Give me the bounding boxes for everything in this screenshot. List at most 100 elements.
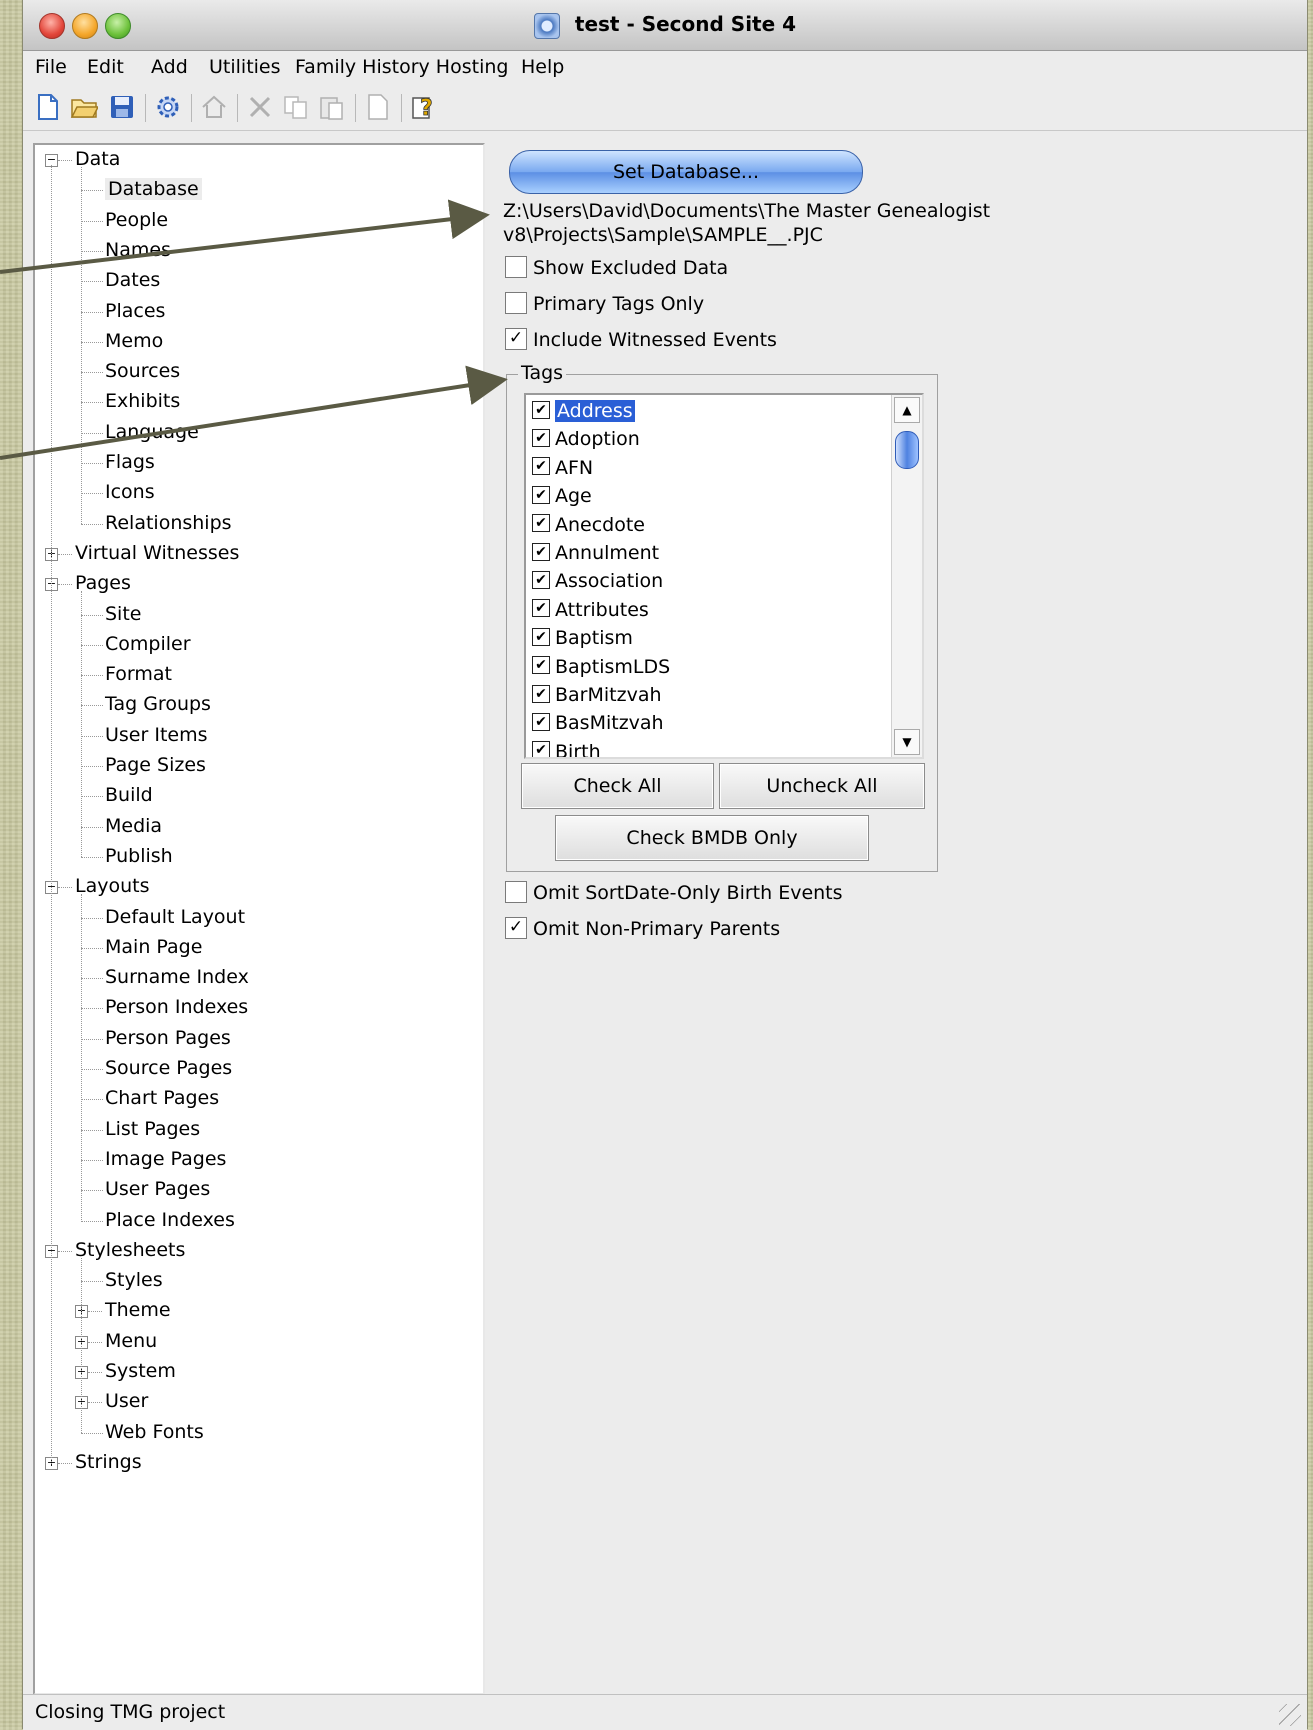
show-excluded-data-checkbox[interactable]: Show Excluded Data	[505, 255, 728, 281]
tree-item-flags[interactable]: Flags	[105, 448, 155, 476]
tree-item-system[interactable]: System	[105, 1357, 176, 1385]
tree-item-compiler[interactable]: Compiler	[105, 630, 191, 658]
tree-item-tag-groups[interactable]: Tag Groups	[105, 690, 211, 718]
check-bmdb-only-button[interactable]: Check BMDB Only	[555, 815, 869, 861]
scroll-up-arrow-icon[interactable]: ▲	[894, 397, 920, 423]
tag-item-afn[interactable]: ✔ AFN	[532, 454, 593, 482]
tags-scrollbar[interactable]: ▲ ▼	[891, 395, 922, 757]
tag-checkbox[interactable]: ✔	[532, 485, 550, 504]
tree-item-person-pages[interactable]: Person Pages	[105, 1024, 231, 1052]
tag-checkbox[interactable]: ✔	[532, 570, 550, 589]
tree-item-menu[interactable]: Menu	[105, 1327, 157, 1355]
tree-item-site[interactable]: Site	[105, 600, 141, 628]
tree-item-memo[interactable]: Memo	[105, 327, 163, 355]
menu-family-history-hosting[interactable]: Family History Hosting	[295, 56, 508, 78]
resize-grip-icon[interactable]	[1279, 1704, 1301, 1726]
tags-listbox[interactable]: ✔ Address ✔ Adoption ✔ AFN ✔ Age ✔ Anecdote ✔ Annul…	[524, 393, 924, 759]
tree-item-language[interactable]: Language	[105, 418, 199, 446]
tag-checkbox[interactable]: ✔	[532, 457, 550, 476]
tree-item-user-items[interactable]: User Items	[105, 721, 208, 749]
tree-item-people[interactable]: People	[105, 206, 168, 234]
tree-item-publish[interactable]: Publish	[105, 842, 173, 870]
primary-tags-only-checkbox[interactable]: Primary Tags Only	[505, 291, 704, 317]
tag-checkbox[interactable]: ✔	[532, 514, 550, 533]
tag-item-age[interactable]: ✔ Age	[532, 482, 592, 510]
omit-non-primary-parents-checkbox[interactable]: ✓ Omit Non-Primary Parents	[505, 916, 780, 942]
tree-item-media[interactable]: Media	[105, 812, 162, 840]
tree-item-format[interactable]: Format	[105, 660, 172, 688]
tree-item-relationships[interactable]: Relationships	[105, 509, 232, 537]
menu-add[interactable]: Add	[151, 56, 188, 78]
tree-item-list-pages[interactable]: List Pages	[105, 1115, 200, 1143]
tag-item-baptismlds[interactable]: ✔ BaptismLDS	[532, 653, 670, 681]
tree-item-build[interactable]: Build	[105, 781, 153, 809]
tree-item-main-page[interactable]: Main Page	[105, 933, 202, 961]
tree-item-names[interactable]: Names	[105, 236, 171, 264]
menu-edit[interactable]: Edit	[87, 56, 124, 78]
open-folder-icon[interactable]	[69, 92, 99, 122]
paste-icon[interactable]	[317, 92, 347, 122]
tag-item-baptism[interactable]: ✔ Baptism	[532, 624, 633, 652]
tag-checkbox[interactable]: ✔	[532, 712, 550, 731]
tree-item-exhibits[interactable]: Exhibits	[105, 387, 180, 415]
tag-checkbox[interactable]: ✔	[532, 400, 550, 419]
menu-utilities[interactable]: Utilities	[209, 56, 281, 78]
blank-page-icon[interactable]	[363, 92, 393, 122]
checkbox-box[interactable]: ✓	[505, 327, 527, 350]
set-database-button[interactable]: Set Database...	[509, 150, 863, 194]
tag-checkbox[interactable]: ✔	[532, 599, 550, 618]
scroll-down-arrow-icon[interactable]: ▼	[894, 729, 920, 755]
tag-item-basmitzvah[interactable]: ✔ BasMitzvah	[532, 709, 664, 737]
tag-checkbox[interactable]: ✔	[532, 428, 550, 447]
tree-item-surname-index[interactable]: Surname Index	[105, 963, 249, 991]
scroll-thumb[interactable]	[895, 431, 919, 469]
tag-item-birth[interactable]: ✔ Birth	[532, 738, 601, 757]
tag-item-annulment[interactable]: ✔ Annulment	[532, 539, 659, 567]
tag-checkbox[interactable]: ✔	[532, 627, 550, 646]
tree-item-places[interactable]: Places	[105, 297, 165, 325]
checkbox-box[interactable]	[505, 255, 527, 278]
tree-node-stylesheets[interactable]: Stylesheets	[75, 1236, 185, 1264]
tag-item-anecdote[interactable]: ✔ Anecdote	[532, 511, 645, 539]
new-file-icon[interactable]	[33, 92, 63, 122]
tag-checkbox[interactable]: ✔	[532, 542, 550, 561]
gear-icon[interactable]	[153, 92, 183, 122]
tag-item-attributes[interactable]: ✔ Attributes	[532, 596, 649, 624]
tag-item-address[interactable]: ✔ Address	[532, 397, 635, 425]
tree-node-strings[interactable]: Strings	[75, 1448, 142, 1476]
checkbox-box[interactable]: ✓	[505, 916, 527, 939]
tree-item-page-sizes[interactable]: Page Sizes	[105, 751, 206, 779]
tag-item-association[interactable]: ✔ Association	[532, 567, 663, 595]
copy-icon[interactable]	[281, 92, 311, 122]
home-icon[interactable]	[199, 92, 229, 122]
save-icon[interactable]	[107, 92, 137, 122]
tree-node-virtual-witnesses[interactable]: Virtual Witnesses	[75, 539, 239, 567]
tree-item-database[interactable]: Database	[105, 175, 202, 203]
tree-item-sources[interactable]: Sources	[105, 357, 180, 385]
checkbox-box[interactable]	[505, 291, 527, 314]
tree-item-person-indexes[interactable]: Person Indexes	[105, 993, 248, 1021]
tree-item-place-indexes[interactable]: Place Indexes	[105, 1206, 235, 1234]
checkbox-box[interactable]	[505, 880, 527, 903]
tree-node-pages[interactable]: Pages	[75, 569, 131, 597]
tag-item-adoption[interactable]: ✔ Adoption	[532, 425, 640, 453]
tag-checkbox[interactable]: ✔	[532, 684, 550, 703]
tree-item-chart-pages[interactable]: Chart Pages	[105, 1084, 219, 1112]
tree-item-web-fonts[interactable]: Web Fonts	[105, 1418, 204, 1446]
cut-icon[interactable]	[245, 92, 275, 122]
check-all-button[interactable]: Check All	[521, 763, 714, 809]
tree-item-dates[interactable]: Dates	[105, 266, 160, 294]
tree-item-icons[interactable]: Icons	[105, 478, 155, 506]
uncheck-all-button[interactable]: Uncheck All	[719, 763, 925, 809]
include-witnessed-events-checkbox[interactable]: ✓ Include Witnessed Events	[505, 327, 777, 353]
tag-checkbox[interactable]: ✔	[532, 741, 550, 757]
menu-help[interactable]: Help	[521, 56, 564, 78]
tag-item-barmitzvah[interactable]: ✔ BarMitzvah	[532, 681, 662, 709]
tree-item-source-pages[interactable]: Source Pages	[105, 1054, 232, 1082]
tree-item-user-pages[interactable]: User Pages	[105, 1175, 210, 1203]
omit-sortdate-only-birth-events-checkbox[interactable]: Omit SortDate-Only Birth Events	[505, 880, 843, 906]
tag-checkbox[interactable]: ✔	[532, 656, 550, 675]
menu-file[interactable]: File	[35, 56, 67, 78]
tree-item-styles[interactable]: Styles	[105, 1266, 163, 1294]
help-icon[interactable]: ?	[409, 92, 439, 122]
